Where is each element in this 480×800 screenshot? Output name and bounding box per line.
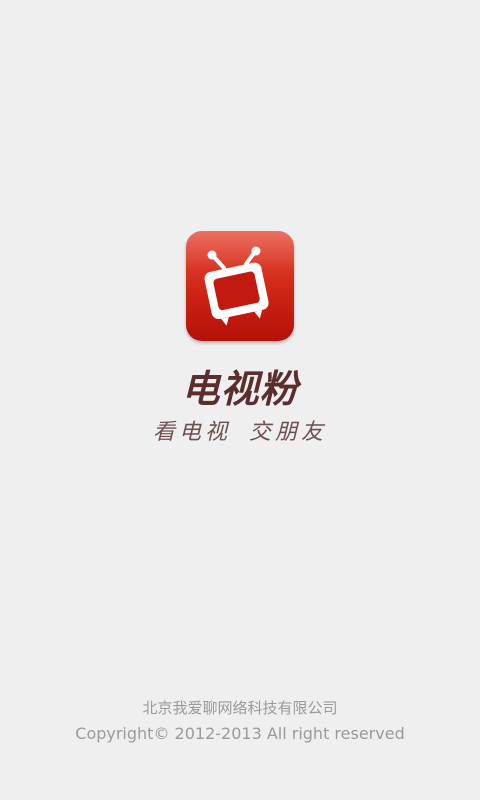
company-name: 北京我爱聊网络科技有限公司 [142,699,338,717]
slogan-make-friends: 交朋友 [249,420,328,445]
app-slogan: 看电视 交朋友 [0,414,480,446]
app-logo [186,231,294,341]
copyright-text: Copyright© 2012-2013 All right reserved [75,724,405,743]
splash-screen: 电视粉 看电视 交朋友 北京我爱聊网络科技有限公司 Copyright© 2012… [0,0,480,800]
tv-icon [204,246,269,326]
slogan-watch-tv: 看电视 [152,420,231,445]
app-name: 电视粉 [181,367,299,411]
